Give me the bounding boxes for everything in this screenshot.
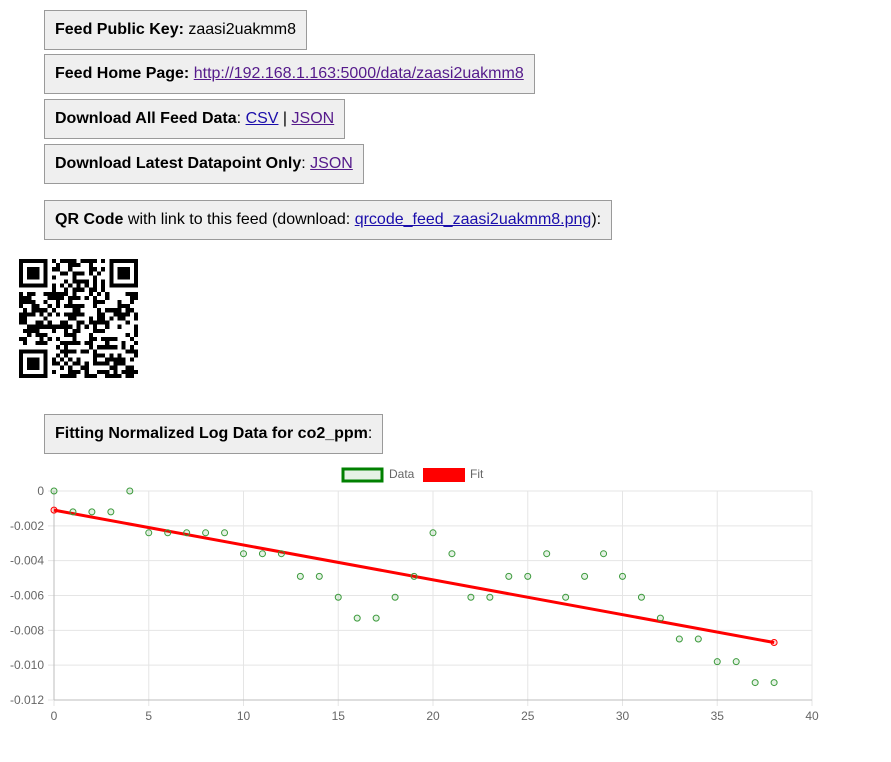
y-tick-label: -0.004 [10, 554, 44, 568]
x-tick-label: 20 [426, 709, 440, 723]
data-point [107, 508, 115, 516]
data-point [50, 487, 58, 495]
legend-swatch-fit [423, 468, 465, 482]
csv-download-link[interactable]: CSV [246, 110, 279, 128]
download-latest-label: Download Latest Datapoint Only [55, 155, 302, 172]
data-point [410, 572, 418, 580]
data-point [486, 593, 494, 601]
x-tick-label: 25 [521, 709, 535, 723]
fit-heading-label: Fitting Normalized Log Data for co2_ppm [55, 425, 368, 442]
colon-text: : [367, 425, 373, 442]
y-tick-label: -0.008 [10, 623, 44, 637]
data-point [183, 529, 191, 537]
qr-text-pre: with link to this feed (download: [127, 211, 351, 228]
y-tick-label: 0 [37, 484, 44, 498]
data-point [505, 572, 513, 580]
home-page-link[interactable]: http://192.168.1.163:5000/data/zaasi2uak… [194, 65, 524, 83]
x-tick-label: 40 [805, 709, 819, 723]
colon-text: : [236, 110, 242, 127]
latest-json-link[interactable]: JSON [310, 155, 353, 173]
public-key-label: Feed Public Key: [55, 21, 184, 38]
data-point [315, 572, 323, 580]
data-point [88, 508, 96, 516]
x-tick-label: 10 [237, 709, 251, 723]
data-point [296, 572, 304, 580]
qr-code-row: QR Code with link to this feed (download… [44, 200, 613, 240]
data-point [675, 635, 683, 643]
data-point [448, 550, 456, 558]
data-point [258, 550, 266, 558]
data-point [543, 550, 551, 558]
x-tick-label: 35 [711, 709, 725, 723]
qr-code-image [19, 259, 138, 378]
data-point [656, 614, 664, 622]
legend-label-fit: Fit [470, 467, 484, 481]
download-all-label: Download All Feed Data [55, 110, 237, 127]
fit-point [770, 639, 778, 647]
data-point [334, 593, 342, 601]
chart-grid [48, 490, 813, 706]
data-point [619, 572, 626, 580]
data-point [694, 635, 702, 643]
json-download-link[interactable]: JSON [292, 110, 335, 128]
qr-code-label: QR Code [55, 211, 124, 228]
data-point [770, 679, 778, 687]
data-point [581, 572, 589, 580]
data-point [69, 508, 77, 516]
download-latest-row: Download Latest Datapoint Only: JSON [44, 144, 364, 184]
y-tick-label: -0.012 [10, 693, 44, 707]
colon-text: : [301, 155, 306, 172]
feed-public-key-row: Feed Public Key: zaasi2uakmm8 [44, 10, 307, 50]
qr-download-link[interactable]: qrcode_feed_zaasi2uakmm8.png [355, 211, 592, 229]
chart-axes: 0 5 10 15 20 25 30 35 40 0 -0.002 -0.004 -0.006 -0.00… [10, 484, 819, 723]
separator-text: | [282, 110, 288, 127]
data-point [429, 529, 437, 537]
data-point [126, 487, 134, 495]
data-point [524, 572, 532, 580]
data-point [562, 593, 570, 601]
data-point [713, 658, 721, 666]
data-point [145, 529, 153, 537]
qr-text-post: ): [591, 211, 602, 228]
data-point [353, 614, 361, 622]
public-key-value: zaasi2uakmm8 [188, 21, 296, 38]
feed-home-page-row: Feed Home Page: http://192.168.1.163:500… [44, 54, 535, 94]
legend-swatch-data [341, 467, 384, 483]
home-page-label: Feed Home Page: [55, 65, 190, 82]
x-tick-label: 15 [332, 709, 346, 723]
data-point [637, 593, 645, 601]
fit-chart: 0 5 10 15 20 25 30 35 40 0 -0.002 -0.004 -0.006 -0.00… [10, 467, 819, 723]
data-point [164, 529, 172, 537]
data-point [391, 593, 399, 601]
data-point [372, 614, 380, 622]
data-point [751, 679, 759, 687]
y-tick-label: -0.010 [10, 658, 44, 672]
x-tick-label: 0 [51, 709, 58, 723]
fit-heading-row: Fitting Normalized Log Data for co2_ppm: [44, 414, 384, 454]
data-point [467, 593, 475, 601]
x-tick-label: 5 [145, 709, 152, 723]
data-point [202, 529, 210, 537]
data-point [221, 529, 229, 537]
download-all-row: Download All Feed Data: CSV | JSON [44, 99, 346, 139]
fit-point [50, 506, 58, 514]
y-tick-label: -0.002 [10, 519, 44, 533]
y-tick-label: -0.006 [10, 589, 44, 603]
data-point [240, 550, 247, 558]
data-point [732, 658, 740, 666]
chart-legend: Data Fit [341, 467, 484, 483]
data-point [277, 550, 285, 558]
legend-label-data: Data [389, 467, 415, 481]
x-tick-label: 30 [616, 709, 630, 723]
data-point [600, 550, 608, 558]
data-series [50, 487, 778, 687]
